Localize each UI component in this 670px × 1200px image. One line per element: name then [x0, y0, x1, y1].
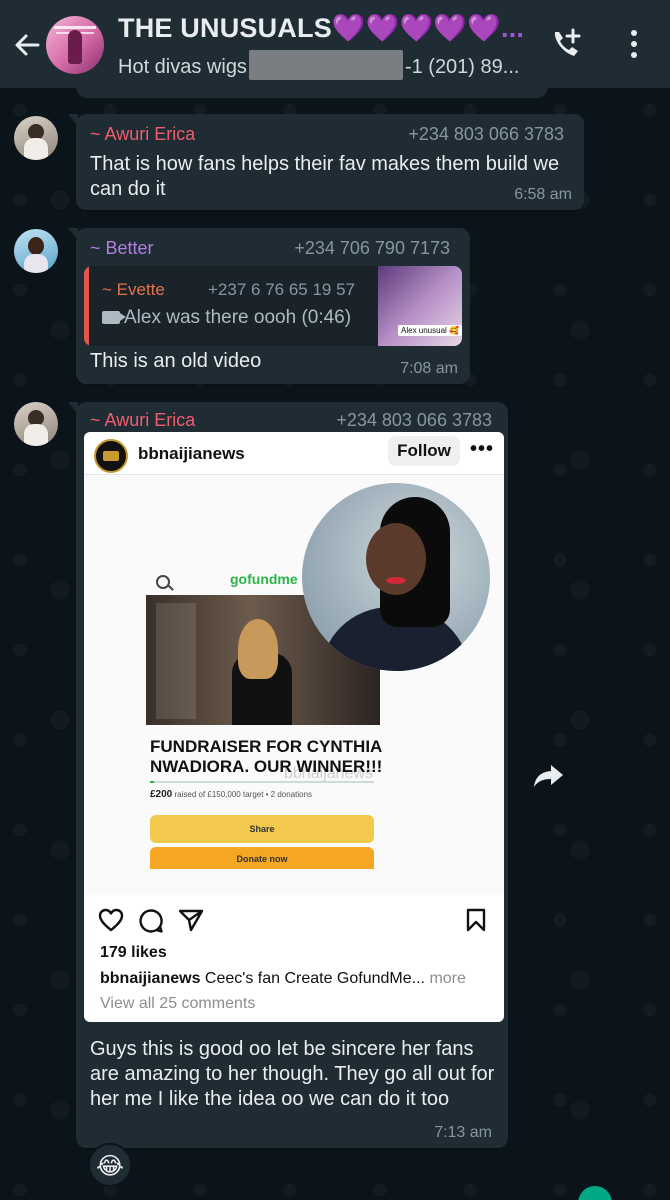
fundraiser-donate-button: Donate now	[150, 847, 374, 869]
message-reaction[interactable]: 😂	[88, 1143, 132, 1187]
fundraiser-raised: £200 raised of £150,000 target • 2 donat…	[150, 789, 313, 800]
quoted-message[interactable]: ~ Evette +237 6 76 65 19 57 Alex was the…	[84, 266, 462, 346]
back-button[interactable]	[10, 28, 44, 62]
quoted-phone: +237 6 76 65 19 57	[208, 280, 355, 299]
sender-avatar[interactable]	[14, 402, 58, 446]
likes-count: 179 likes	[100, 944, 167, 961]
quoted-text: Alex was there oooh (0:46)	[102, 307, 351, 329]
instagram-post-image[interactable]: bbnaijianews Follow ••• gofundme FUNDRAI…	[84, 432, 504, 1022]
more-options-button[interactable]	[624, 28, 644, 60]
forward-icon	[534, 765, 563, 787]
share-icon	[178, 909, 204, 932]
redaction-box	[248, 50, 403, 80]
more-vert-icon	[631, 30, 637, 58]
fundraiser-share-button: Share	[150, 815, 374, 843]
chat-header: THE UNUSUALS💜💜💜💜💜... Hot divas wigs -1 (2…	[0, 0, 670, 88]
sender-avatar[interactable]	[14, 116, 58, 160]
message-bubble[interactable]: ~ Awuri Erica +234 803 066 3783 bbnaijia…	[68, 402, 508, 1148]
bookmark-icon	[466, 908, 486, 932]
sender-phone: +234 803 066 3783	[408, 124, 564, 144]
arrow-left-icon	[15, 34, 40, 56]
group-title: THE UNUSUALS💜💜💜💜💜...	[118, 13, 525, 43]
search-icon	[156, 575, 170, 589]
fundraiser-progress-bar	[150, 781, 374, 783]
purple-heart-emojis: 💜💜💜💜💜...	[331, 13, 525, 43]
instagram-post-content: gofundme FUNDRAISER FOR CYNTHIA NWADIORA…	[84, 475, 504, 895]
header-title-area[interactable]: THE UNUSUALS💜💜💜💜💜... Hot divas wigs -1 (2…	[118, 12, 528, 80]
follow-button: Follow	[388, 436, 460, 466]
group-subtitle: Hot divas wigs -1 (201) 89...	[118, 50, 528, 80]
message-bubble[interactable]: ~ Better +234 706 790 7173 ~ Evette +237…	[68, 228, 470, 384]
message-text: This is an old video	[90, 350, 262, 372]
add-call-icon	[554, 28, 581, 56]
sender-name[interactable]: ~ Awuri Erica	[90, 410, 195, 431]
sender-phone: +234 803 066 3783	[336, 410, 492, 430]
post-caption: bbnaijianews Ceec's fan Create GofundMe.…	[100, 970, 466, 987]
add-call-button[interactable]	[548, 26, 584, 62]
instagram-account-avatar	[94, 439, 128, 473]
message-text: Guys this is good oo let be sincere her …	[90, 1038, 495, 1110]
sender-name[interactable]: ~ Awuri Erica	[90, 124, 195, 145]
thumbnail-caption: Alex unusual 🥰	[398, 325, 462, 336]
heart-icon	[98, 908, 124, 932]
instagram-action-bar	[84, 902, 504, 938]
gofundme-logo: gofundme	[230, 571, 298, 587]
quoted-sender: ~ Evette	[102, 280, 165, 299]
comment-icon	[139, 909, 163, 933]
message-time: 7:13 am	[434, 1124, 492, 1141]
message-text: That is how fans helps their fav makes t…	[90, 153, 560, 200]
forward-button[interactable]	[527, 753, 571, 797]
message-time: 7:08 am	[400, 360, 458, 377]
quote-accent-bar	[84, 266, 89, 346]
message-bubble[interactable]: ~ Awuri Erica +234 803 066 3783 That is …	[68, 114, 584, 210]
group-avatar[interactable]	[46, 16, 104, 74]
more-horiz-icon: •••	[470, 438, 495, 460]
sender-avatar[interactable]	[14, 229, 58, 273]
fundraiser-progress-fill	[150, 781, 155, 783]
message-time: 6:58 am	[514, 186, 572, 203]
sender-phone: +234 706 790 7173	[294, 238, 450, 258]
sender-name[interactable]: ~ Better	[90, 238, 154, 259]
quoted-video-thumbnail: Alex unusual 🥰	[378, 266, 462, 346]
view-comments-link: View all 25 comments	[100, 995, 256, 1012]
celebrity-photo	[302, 483, 490, 671]
instagram-username: bbnaijianews	[138, 444, 245, 463]
video-icon	[102, 311, 126, 324]
